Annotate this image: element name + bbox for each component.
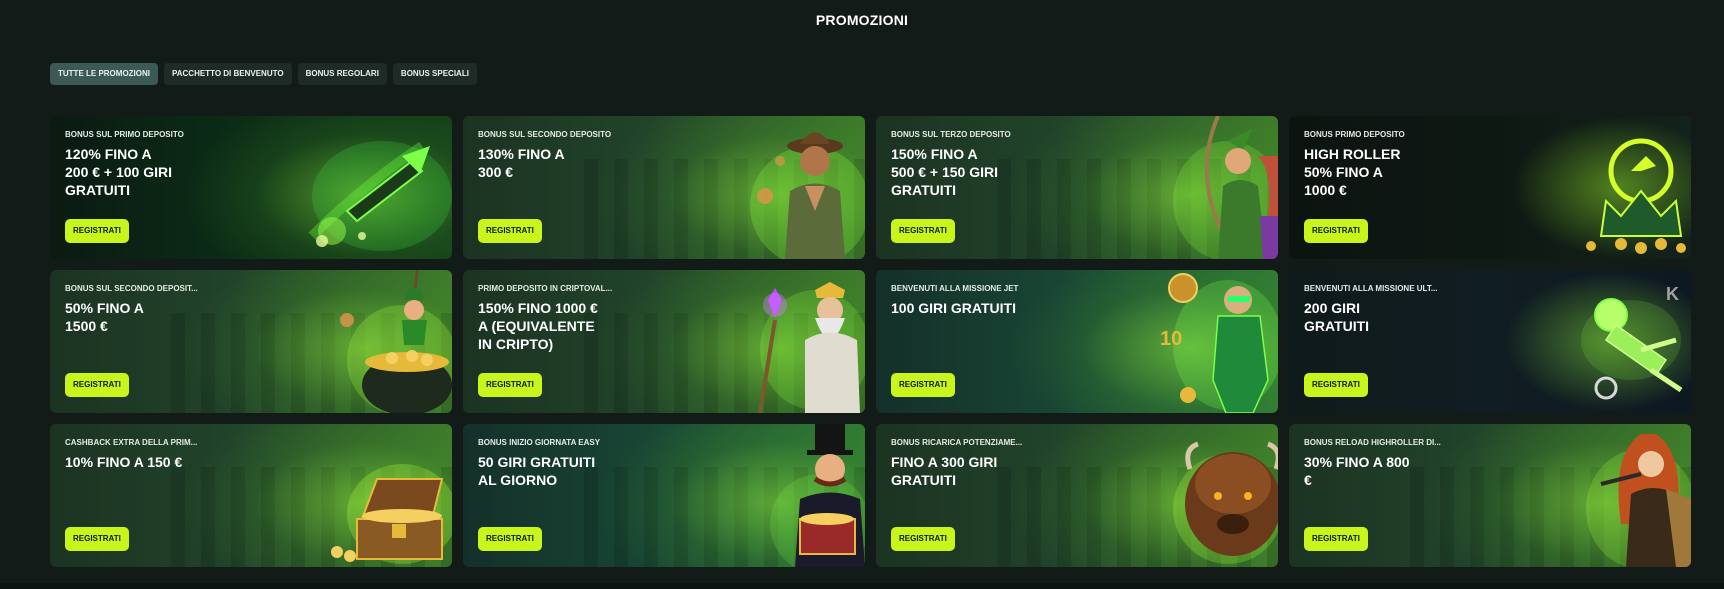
tab-welcome-package[interactable]: PACCHETTO DI BENVENUTO <box>164 63 292 85</box>
promo-title: 120% FINO A 200 € + 100 GIRI GRATUITI <box>65 146 173 198</box>
explorer-icon <box>750 132 865 259</box>
promo-label: CASHBACK EXTRA DELLA PRIM... <box>65 438 198 447</box>
tab-regular-bonuses[interactable]: BONUS REGOLARI <box>297 63 387 85</box>
promo-label: BENVENUTI ALLA MISSIONE JET <box>891 284 1019 293</box>
register-button[interactable]: REGISTRATI <box>478 373 542 397</box>
page-title: PROMOZIONI <box>815 12 909 28</box>
promo-label: BONUS SUL SECONDO DEPOSIT... <box>65 284 198 293</box>
tab-all-promotions[interactable]: TUTTE LE PROMOZIONI <box>50 63 158 85</box>
promo-label: BONUS INIZIO GIORNATA EASY <box>478 438 601 447</box>
promo-title: 130% FINO A 300 € <box>478 146 565 180</box>
promo-label: BONUS SUL TERZO DEPOSITO <box>891 130 1011 139</box>
promo-title: FINO A 300 GIRI GRATUITI <box>891 454 998 488</box>
archer-icon <box>1173 116 1278 259</box>
promo-title: 50 GIRI GRATUITI AL GIORNO <box>478 454 596 488</box>
promo-card[interactable]: K BENVENUTI ALLA MISSIONE ULT... 200 GIR… <box>1289 270 1691 413</box>
promo-title: 150% FINO 1000 € A (EQUIVALENTE IN CRIPT… <box>478 300 598 352</box>
promo-label: BONUS RICARICA POTENZIAME... <box>891 438 1023 447</box>
promo-label: BENVENUTI ALLA MISSIONE ULT... <box>1304 284 1438 293</box>
promo-tabs: TUTTE LE PROMOZIONI PACCHETTO DI BENVENU… <box>50 63 477 85</box>
promo-card[interactable]: BONUS PRIMO DEPOSITO HIGH ROLLER 50% FIN… <box>1289 116 1691 259</box>
crown-icon <box>1586 138 1686 254</box>
promo-title: 200 GIRI GRATUITI <box>1304 300 1370 334</box>
leprechaun-icon <box>340 270 452 413</box>
bottom-divider <box>0 583 1724 589</box>
register-button[interactable]: REGISTRATI <box>478 219 542 243</box>
svg-text:K: K <box>1666 284 1679 304</box>
tab-special-bonuses[interactable]: BONUS SPECIALI <box>392 63 477 85</box>
promo-card[interactable]: CASHBACK EXTRA DELLA PRIM... 10% FINO A … <box>50 424 452 567</box>
register-button[interactable]: REGISTRATI <box>65 527 129 551</box>
promo-card[interactable]: BONUS SUL SECONDO DEPOSIT... 50% FINO A … <box>50 270 452 413</box>
promo-card[interactable]: BONUS RELOAD HIGHROLLER DI... 30% FINO A… <box>1289 424 1691 567</box>
register-button[interactable]: REGISTRATI <box>1304 527 1368 551</box>
register-button[interactable]: REGISTRATI <box>1304 219 1368 243</box>
promo-title: 30% FINO A 800 € <box>1304 454 1410 488</box>
promo-label: BONUS RELOAD HIGHROLLER DI... <box>1304 438 1441 447</box>
bison-icon <box>1173 441 1278 564</box>
rocket-icon <box>308 141 452 251</box>
promo-card[interactable]: BONUS SUL TERZO DEPOSITO 150% FINO A 500… <box>876 116 1278 259</box>
treasure-chest-icon <box>331 464 452 564</box>
promo-card[interactable]: BONUS SUL SECONDO DEPOSITO 130% FINO A 3… <box>463 116 865 259</box>
promo-label: BONUS SUL PRIMO DEPOSITO <box>65 130 184 139</box>
register-button[interactable]: REGISTRATI <box>891 219 955 243</box>
register-button[interactable]: REGISTRATI <box>478 527 542 551</box>
heroine-icon <box>1586 434 1691 567</box>
promo-label: BONUS PRIMO DEPOSITO <box>1304 130 1405 139</box>
register-button[interactable]: REGISTRATI <box>65 219 129 243</box>
promo-title: 150% FINO A 500 € + 150 GIRI GRATUITI <box>891 146 999 198</box>
svg-text:10: 10 <box>1160 328 1182 350</box>
register-button[interactable]: REGISTRATI <box>891 373 955 397</box>
register-button[interactable]: REGISTRATI <box>891 527 955 551</box>
promo-card[interactable]: 10 BENVENUTI ALLA MISSIONE JET 100 GIRI … <box>876 270 1278 413</box>
promo-title: 10% FINO A 150 € <box>65 454 183 470</box>
promo-label: PRIMO DEPOSITO IN CRIPTOVAL... <box>478 284 613 293</box>
promo-grid: BONUS SUL PRIMO DEPOSITO 120% FINO A 200… <box>50 116 1691 567</box>
promo-card[interactable]: BONUS RICARICA POTENZIAME... FINO A 300 … <box>876 424 1278 567</box>
promo-card[interactable]: BONUS SUL PRIMO DEPOSITO 120% FINO A 200… <box>50 116 452 259</box>
hero-icon: 10 <box>1160 273 1278 413</box>
register-button[interactable]: REGISTRATI <box>1304 373 1368 397</box>
promo-title: 50% FINO A 1500 € <box>65 300 144 334</box>
promo-card[interactable]: BONUS INIZIO GIORNATA EASY 50 GIRI GRATU… <box>463 424 865 567</box>
promo-card[interactable]: PRIMO DEPOSITO IN CRIPTOVAL... 150% FINO… <box>463 270 865 413</box>
wizard-icon <box>758 282 865 413</box>
register-button[interactable]: REGISTRATI <box>65 373 129 397</box>
promo-label: BONUS SUL SECONDO DEPOSITO <box>478 130 612 139</box>
tycoon-icon <box>770 424 865 567</box>
promo-title: HIGH ROLLER 50% FINO A 1000 € <box>1304 146 1401 198</box>
astronaut-icon: K <box>1581 284 1683 400</box>
promo-title: 100 GIRI GRATUITI <box>891 300 1016 316</box>
